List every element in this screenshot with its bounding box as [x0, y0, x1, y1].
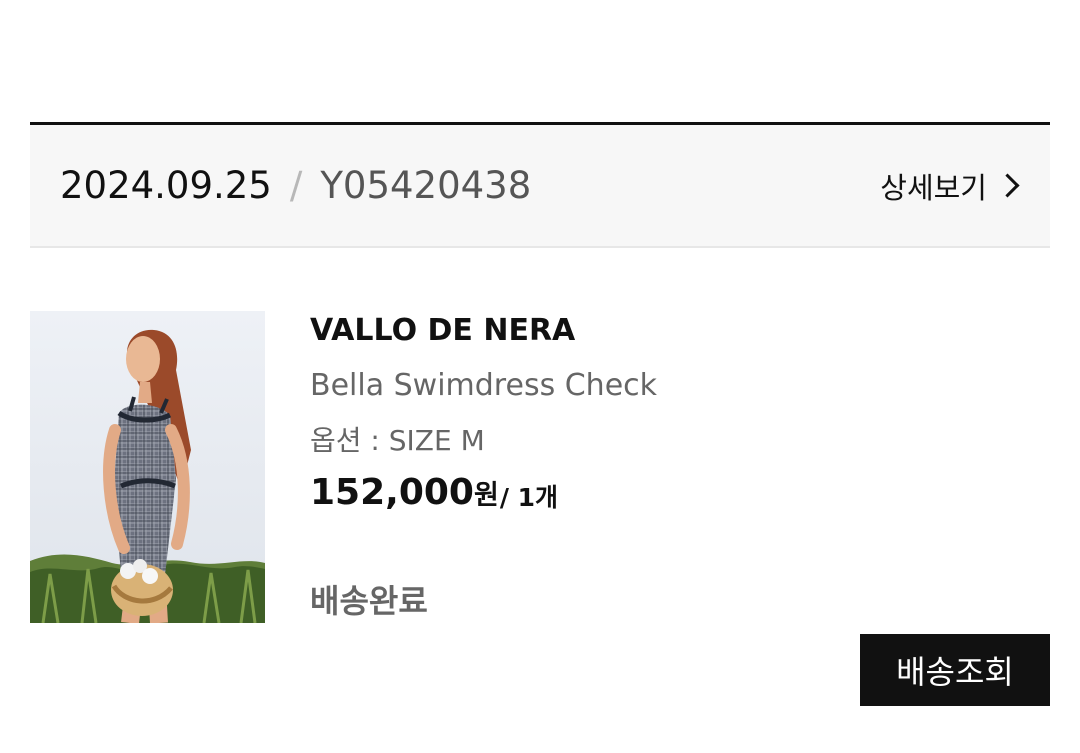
- chevron-right-icon: [995, 173, 1020, 198]
- order-number: Y05420438: [320, 164, 532, 207]
- price-value: 152,000: [310, 472, 474, 513]
- product-image[interactable]: [30, 311, 265, 623]
- order-date: 2024.09.25: [60, 164, 272, 207]
- order-history-page: 2024.09.25 / Y05420438 상세보기 VALLO DE NER…: [0, 0, 1080, 753]
- view-details-label: 상세보기: [880, 170, 987, 205]
- delivery-status: 배송완료: [310, 582, 428, 620]
- order-separator: /: [289, 164, 303, 207]
- order-meta: 2024.09.25 / Y05420438: [60, 164, 531, 207]
- option-label: 옵션 :: [310, 424, 389, 457]
- product-name[interactable]: Bella Swimdress Check: [310, 367, 830, 405]
- product-photo: [30, 311, 265, 623]
- quantity: / 1개: [499, 482, 559, 512]
- view-details-link[interactable]: 상세보기: [880, 165, 1020, 207]
- brand-name[interactable]: VALLO DE NERA: [310, 312, 830, 350]
- order-header: 2024.09.25 / Y05420438 상세보기: [30, 122, 1050, 248]
- product-option: 옵션 : SIZE M: [310, 423, 830, 458]
- product-info: VALLO DE NERA Bella Swimdress Check 옵션 :…: [310, 312, 830, 513]
- track-delivery-button[interactable]: 배송조회: [860, 634, 1050, 706]
- price-line: 152,000 원 / 1개: [310, 473, 830, 513]
- price-currency: 원: [473, 480, 499, 512]
- option-value: SIZE M: [388, 424, 485, 457]
